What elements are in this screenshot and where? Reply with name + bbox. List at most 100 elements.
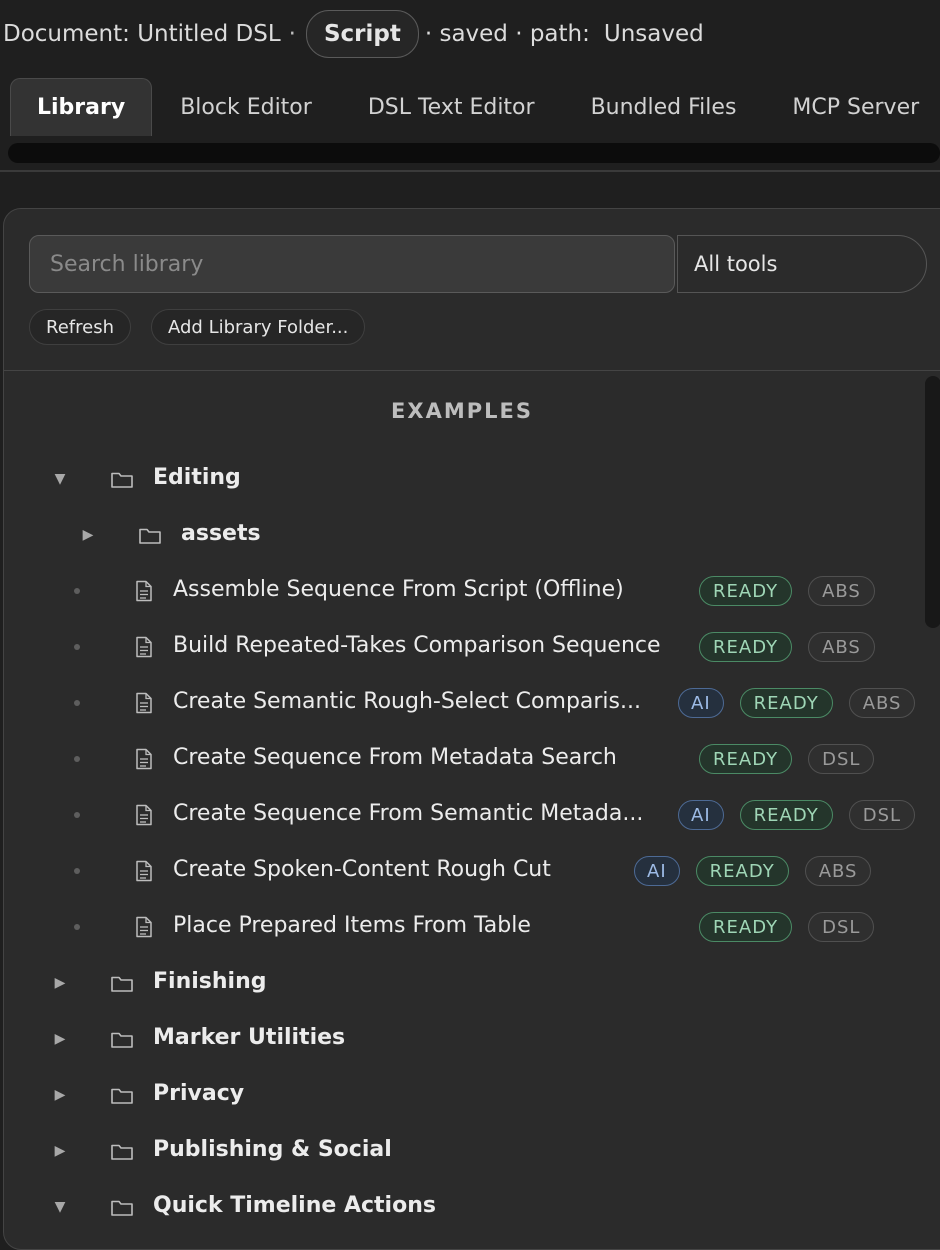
ready-badge: READY [699, 576, 793, 606]
tab-bundled-files[interactable]: Bundled Files [563, 78, 765, 136]
ready-badge: READY [699, 632, 793, 662]
item-label: Create Sequence From Metadata Search [173, 745, 617, 770]
abs-badge: ABS [848, 688, 916, 718]
tab-bar: Library Block Editor DSL Text Editor Bun… [10, 78, 940, 136]
ready-badge: READY [699, 744, 793, 774]
item-label: Place Prepared Items From Table [173, 913, 531, 938]
list-item[interactable]: Create Sequence From Metadata Search READ… [4, 739, 934, 779]
section-title: EXAMPLES [391, 399, 533, 423]
folder-label: Quick Timeline Actions [153, 1193, 436, 1218]
library-panel: All tools Refresh Add Library Folder... … [3, 208, 940, 1250]
file-icon [135, 580, 153, 602]
disclosure-arrow-icon[interactable]: ▶ [53, 1143, 67, 1159]
badge-group: READY DSL [699, 744, 875, 774]
folder-row-privacy[interactable]: ▶ Privacy [4, 1075, 934, 1115]
separator: · [288, 21, 296, 47]
file-icon [135, 636, 153, 658]
badge-group: AI READY DSL [678, 800, 916, 830]
badge-group: AI READY ABS [678, 688, 916, 718]
folder-label: Publishing & Social [153, 1137, 392, 1162]
folder-row-publishing-social[interactable]: ▶ Publishing & Social [4, 1131, 934, 1171]
tab-block-editor[interactable]: Block Editor [152, 78, 340, 136]
file-icon [135, 860, 153, 882]
ai-badge: AI [634, 856, 680, 886]
folder-icon [110, 1085, 134, 1105]
bullet-dot [74, 868, 80, 874]
folder-row-assets[interactable]: ▶ assets [4, 515, 934, 555]
bullet-dot [74, 644, 80, 650]
folder-icon [110, 973, 134, 993]
folder-row-marker-utilities[interactable]: ▶ Marker Utilities [4, 1019, 934, 1059]
list-item[interactable]: Create Semantic Rough-Select Comparis...… [4, 683, 934, 723]
divider [0, 170, 940, 172]
list-item[interactable]: Place Prepared Items From Table READY DSL [4, 907, 934, 947]
folder-row-quick-timeline-actions[interactable]: ▼ Quick Timeline Actions [4, 1187, 934, 1227]
disclosure-arrow-icon[interactable]: ▶ [81, 527, 95, 543]
bullet-dot [74, 700, 80, 706]
file-icon [135, 916, 153, 938]
tab-library[interactable]: Library [10, 78, 153, 136]
disclosure-arrow-icon[interactable]: ▶ [53, 975, 67, 991]
folder-label: Finishing [153, 969, 267, 994]
file-icon [135, 692, 153, 714]
panel-divider [4, 370, 940, 371]
add-library-folder-button[interactable]: Add Library Folder... [151, 309, 366, 345]
folder-label: Editing [153, 465, 241, 490]
abs-badge: ABS [808, 576, 875, 606]
folder-icon [110, 1197, 134, 1217]
folder-icon [110, 469, 134, 489]
saved-label: · saved · path: [424, 21, 590, 47]
tab-scrollbar[interactable] [8, 143, 940, 163]
list-item[interactable]: Build Repeated-Takes Comparison Sequence… [4, 627, 934, 667]
bullet-dot [74, 756, 80, 762]
folder-label: Marker Utilities [153, 1025, 346, 1050]
list-item[interactable]: Create Spoken-Content Rough Cut AI READY AB… [4, 851, 934, 891]
item-label: Create Spoken-Content Rough Cut [173, 857, 551, 882]
badge-group: AI READY ABS [634, 856, 872, 886]
disclosure-arrow-icon[interactable]: ▼ [53, 471, 67, 487]
tab-dsl-text-editor[interactable]: DSL Text Editor [340, 78, 563, 136]
file-icon [135, 804, 153, 826]
folder-label: Privacy [153, 1081, 245, 1106]
badge-group: READY ABS [699, 632, 875, 662]
folder-icon [110, 1029, 134, 1049]
ai-badge: AI [678, 800, 724, 830]
item-label: Create Sequence From Semantic Metada... [173, 801, 644, 826]
dsl-badge: DSL [808, 912, 875, 942]
item-label: Create Semantic Rough-Select Comparis... [173, 689, 641, 714]
disclosure-arrow-icon[interactable]: ▼ [53, 1199, 67, 1215]
disclosure-arrow-icon[interactable]: ▶ [53, 1087, 67, 1103]
mode-pill[interactable]: Script [305, 10, 419, 58]
file-icon [135, 748, 153, 770]
item-label: Assemble Sequence From Script (Offline) [173, 577, 624, 602]
folder-icon [110, 1141, 134, 1161]
ai-badge: AI [678, 688, 724, 718]
badge-group: READY DSL [699, 912, 875, 942]
badge-group: READY ABS [699, 576, 875, 606]
folder-icon [138, 525, 162, 545]
path-value: Unsaved [603, 21, 704, 47]
list-item[interactable]: Assemble Sequence From Script (Offline) R… [4, 571, 934, 611]
abs-badge: ABS [804, 856, 872, 886]
refresh-button[interactable]: Refresh [29, 309, 131, 345]
list-item[interactable]: Create Sequence From Semantic Metada... A… [4, 795, 934, 835]
disclosure-arrow-icon[interactable]: ▶ [53, 1031, 67, 1047]
search-input[interactable] [29, 235, 675, 293]
tool-filter-select[interactable]: All tools [677, 235, 927, 293]
dsl-badge: DSL [848, 800, 916, 830]
bullet-dot [74, 924, 80, 930]
folder-row-finishing[interactable]: ▶ Finishing [4, 963, 934, 1003]
folder-label: assets [181, 521, 261, 546]
bullet-dot [74, 812, 80, 818]
bullet-dot [74, 588, 80, 594]
ready-badge: READY [739, 688, 833, 718]
tab-mcp-server[interactable]: MCP Server [764, 78, 940, 136]
item-label: Build Repeated-Takes Comparison Sequence [173, 633, 661, 658]
ready-badge: READY [739, 800, 833, 830]
folder-row-editing[interactable]: ▼ Editing [4, 459, 934, 499]
ready-badge: READY [699, 912, 793, 942]
document-status-bar: Document: Untitled DSL · Script · saved … [3, 10, 704, 58]
abs-badge: ABS [808, 632, 875, 662]
dsl-badge: DSL [808, 744, 875, 774]
document-label: Document: Untitled DSL [3, 21, 281, 47]
